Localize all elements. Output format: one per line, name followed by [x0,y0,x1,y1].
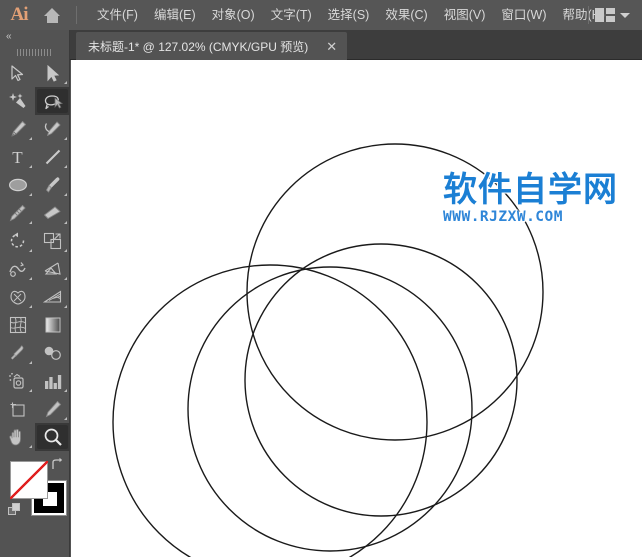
rotate-tool[interactable] [0,227,35,255]
width-warp-tool[interactable] [0,255,35,283]
swap-fill-stroke-icon[interactable] [50,457,64,471]
hand-tool[interactable] [0,423,35,451]
perspective-grid-tool[interactable] [35,283,70,311]
artwork-shapes [112,143,544,557]
curvature-tool[interactable] [35,115,70,143]
type-tool[interactable]: T [0,143,35,171]
tool-flyout-indicator [64,389,67,392]
tool-flyout-indicator [29,305,32,308]
scale-tool[interactable] [35,227,70,255]
tool-flyout-indicator [64,81,67,84]
chevron-down-icon[interactable] [620,12,630,18]
tool-flyout-indicator [64,193,67,196]
tool-list: T [0,59,70,451]
column-graph-tool[interactable] [35,367,70,395]
pen-tool[interactable] [0,115,35,143]
home-button[interactable] [34,0,70,30]
tool-flyout-indicator [29,389,32,392]
fill-swatch[interactable] [10,461,48,499]
menu-edit[interactable]: 编辑(E) [146,1,204,30]
menu-type[interactable]: 文字(T) [263,1,320,30]
home-icon [43,7,61,23]
tool-flyout-indicator [64,305,67,308]
default-fill-stroke-icon[interactable] [8,503,22,517]
circle-2-upper-right [244,243,518,517]
artboard-canvas[interactable]: 软件自学网 WWW.RJZXW.COM [71,60,642,557]
line-segment-tool[interactable] [35,143,70,171]
tool-flyout-indicator [64,137,67,140]
slice-tool[interactable] [35,395,70,423]
tool-flyout-indicator [64,165,67,168]
menu-file[interactable]: 文件(F) [89,1,146,30]
panel-drag-handle[interactable] [0,45,69,59]
menu-select[interactable]: 选择(S) [320,1,378,30]
circle-1-large-top [246,143,544,441]
document-tab[interactable]: 未标题-1* @ 127.02% (CMYK/GPU 预览) ✕ [76,32,348,60]
selection-tool[interactable] [0,59,35,87]
tool-flyout-indicator [29,165,32,168]
illustrator-window: Ai 文件(F) 编辑(E) 对象(O) 文字(T) 选择(S) 效果(C) 视… [0,0,642,557]
tool-flyout-indicator [29,221,32,224]
tool-flyout-indicator [64,277,67,280]
menu-effect[interactable]: 效果(C) [377,1,435,30]
workspace-switcher-icon[interactable] [595,8,615,22]
document-tab-label: 未标题-1* @ 127.02% (CMYK/GPU 预览) [88,39,309,54]
blend-tool[interactable] [35,339,70,367]
app-logo: Ai [10,4,29,25]
menu-divider [76,6,77,24]
ellipse-tool[interactable] [0,171,35,199]
document-tab-bar: 未标题-1* @ 127.02% (CMYK/GPU 预览) ✕ [70,30,642,60]
tool-flyout-indicator [29,249,32,252]
free-transform-tool[interactable] [35,255,70,283]
workspace-area [582,0,638,30]
circle-3-middle [187,266,473,552]
circle-4-left-lower [112,264,428,557]
tool-flyout-indicator [29,445,32,448]
tool-flyout-indicator [29,137,32,140]
gradient-tool[interactable] [35,311,70,339]
collapse-panel-icon[interactable]: « [6,32,11,42]
menu-items: 文件(F) 编辑(E) 对象(O) 文字(T) 选择(S) 效果(C) 视图(V… [89,0,613,30]
menu-bar: Ai 文件(F) 编辑(E) 对象(O) 文字(T) 选择(S) 效果(C) 视… [0,0,642,30]
lasso-shaper-tool[interactable] [35,87,70,115]
tools-panel: « T [0,30,70,557]
symbol-sprayer-tool[interactable] [0,367,35,395]
tool-flyout-indicator [29,193,32,196]
shape-builder-tool[interactable] [0,283,35,311]
eraser-tool[interactable] [35,199,70,227]
eyedropper-tool[interactable] [0,339,35,367]
direct-selection-tool[interactable] [35,59,70,87]
close-icon[interactable]: ✕ [322,38,341,55]
artboard-tool[interactable] [0,395,35,423]
tool-flyout-indicator [29,361,32,364]
tool-flyout-indicator [64,221,67,224]
tools-panel-header: « [0,30,69,45]
menu-window[interactable]: 窗口(W) [493,1,554,30]
workspace-divider [588,6,589,24]
shaper-pencil-tool[interactable] [0,199,35,227]
mesh-tool[interactable] [0,311,35,339]
menu-view[interactable]: 视图(V) [436,1,494,30]
tool-flyout-indicator [29,277,32,280]
tool-flyout-indicator [64,249,67,252]
menu-object[interactable]: 对象(O) [204,1,263,30]
svg-text:T: T [12,148,23,166]
zoom-tool[interactable] [35,423,70,451]
paintbrush-tool[interactable] [35,171,70,199]
magic-wand-tool[interactable] [0,87,35,115]
tool-flyout-indicator [64,417,67,420]
fill-stroke-area [0,455,70,557]
